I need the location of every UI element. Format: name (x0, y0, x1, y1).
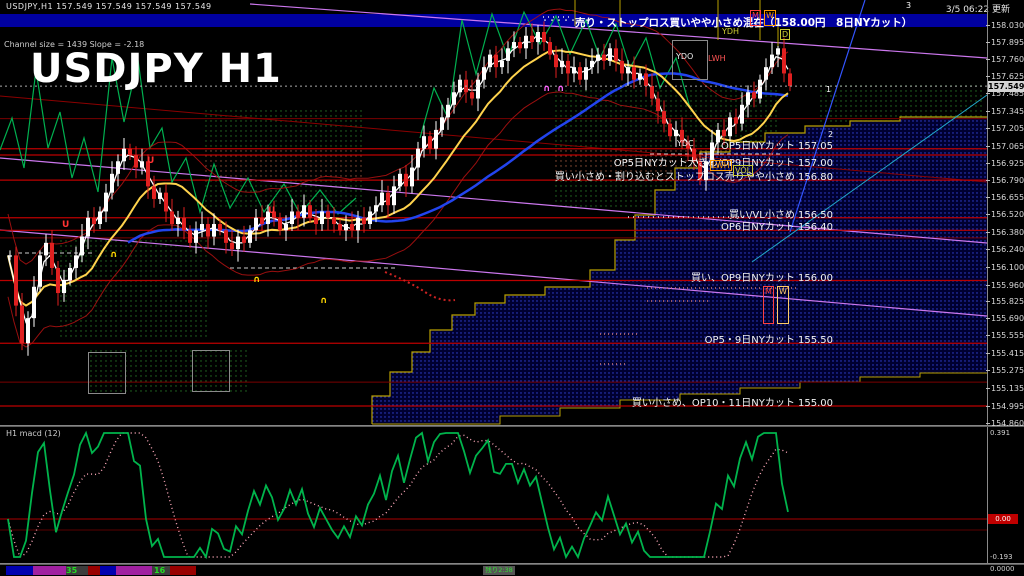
chart-tag-m: M (763, 286, 774, 324)
range-box (672, 40, 708, 80)
macd-indicator-canvas[interactable] (0, 427, 988, 563)
chart-tag-d: D (780, 29, 791, 40)
signal-segment (88, 566, 100, 575)
chart-tag-ydc: YDC (677, 139, 694, 148)
price-axis-label: 155.555 (986, 331, 1024, 340)
price-axis-label: 156.100 (986, 263, 1024, 272)
arc-marker: U (268, 206, 276, 216)
price-axis-label: 156.925 (986, 159, 1024, 168)
arc-marker: U (62, 220, 70, 230)
arc-marker: ∩ (320, 296, 328, 306)
range-box (192, 350, 230, 392)
signal-count-right: 16 (154, 566, 166, 575)
chart-tag-2: 2 (828, 130, 834, 139)
macd-scale-bottom: -0.193 (990, 553, 1013, 561)
arc-marker: ∩ (557, 84, 565, 94)
banner-annotation: 売り・ストップロス買いやや小さめ混在（158.00円 8日NYカット） (575, 17, 913, 29)
signal-count-left: 35 (66, 566, 78, 575)
updated-timestamp: 3/5 06:22 更新 (945, 5, 1010, 15)
price-axis-label: 154.995 (986, 402, 1024, 411)
price-axis-label: 157.065 (986, 142, 1024, 151)
arc-marker: U (147, 156, 155, 166)
price-axis-label: 155.275 (986, 366, 1024, 375)
price-axis-label: 156.655 (986, 193, 1024, 202)
level-annotation: 買い、OP9日NYカット 156.00 (690, 272, 833, 284)
chart-tag-w: W (777, 286, 789, 324)
price-axis-label: 155.135 (986, 384, 1024, 393)
price-axis-label: 156.240 (986, 245, 1024, 254)
symbol-ohlc-line: USDJPY,H1 157.549 157.549 157.549 157.54… (6, 2, 212, 11)
signal-segment (100, 566, 116, 575)
price-axis-label: 157.625 (986, 72, 1024, 81)
price-axis-label: 155.960 (986, 281, 1024, 290)
level-annotation: OP5・9日NYカット 155.50 (704, 335, 833, 347)
price-axis-label: 156.520 (986, 210, 1024, 219)
chart-tag-lwh: LWH (710, 160, 732, 171)
price-axis-label: 157.895 (986, 38, 1024, 47)
level-annotation: 買い小さめ・割り込むとストップロス売りやや小さめ 156.80 (554, 172, 833, 184)
chart-tag-w: W (764, 10, 776, 26)
arc-marker: ∩ (253, 275, 261, 285)
indicator-label: H1 macd (12) (6, 429, 61, 438)
price-axis-label: 157.760 (986, 55, 1024, 64)
macd-current-box: 0.00 (988, 514, 1018, 524)
signal-segment (33, 566, 66, 575)
signal-segment (6, 566, 33, 575)
price-axis-label: 155.825 (986, 297, 1024, 306)
chart-tag-3: 3 (906, 1, 912, 10)
candle-timer: 残り2:38 (483, 566, 515, 575)
price-axis-label: 156.790 (986, 176, 1024, 185)
signal-segment (170, 566, 196, 575)
price-axis-label: 157.345 (986, 107, 1024, 116)
current-price-box: 157.549 (988, 80, 1024, 92)
price-axis-label: 155.690 (986, 314, 1024, 323)
signal-segment (196, 566, 988, 575)
price-axis-label: 156.380 (986, 228, 1024, 237)
price-axis-label: 158.030 (986, 21, 1024, 30)
macd-scale-base: 0.0000 (990, 565, 1015, 573)
price-axis-label: 155.415 (986, 349, 1024, 358)
mt4-chart-window: USDJPY,H1 157.549 157.549 157.549 157.54… (0, 0, 1024, 576)
arc-marker: ∩ (543, 84, 551, 94)
level-annotation: OP5日NYカット 157.05 (720, 140, 833, 152)
level-annotation: 買い小さめ、OP10・11日NYカット 155.00 (631, 398, 833, 409)
chart-tag-lwh: LWH (708, 54, 726, 63)
arc-marker: ∩ (110, 250, 118, 260)
level-annotation: OP6日NYカット 156.40 (720, 222, 833, 234)
chart-tag-vol: VOL (733, 165, 754, 176)
symbol-watermark: USDJPY H1 (30, 46, 282, 92)
chart-tag-1: 1 (826, 85, 832, 94)
panel-separator[interactable] (0, 425, 1024, 427)
bottom-separator (0, 563, 1024, 565)
signal-segment (116, 566, 152, 575)
price-axis-label: 154.860 (986, 419, 1024, 428)
chart-tag-ydh: YDH (722, 27, 740, 36)
price-axis-label: 157.205 (986, 124, 1024, 133)
range-box (88, 352, 126, 394)
chart-tag-m: M (750, 10, 761, 26)
macd-scale-top: 0.391 (990, 429, 1011, 437)
